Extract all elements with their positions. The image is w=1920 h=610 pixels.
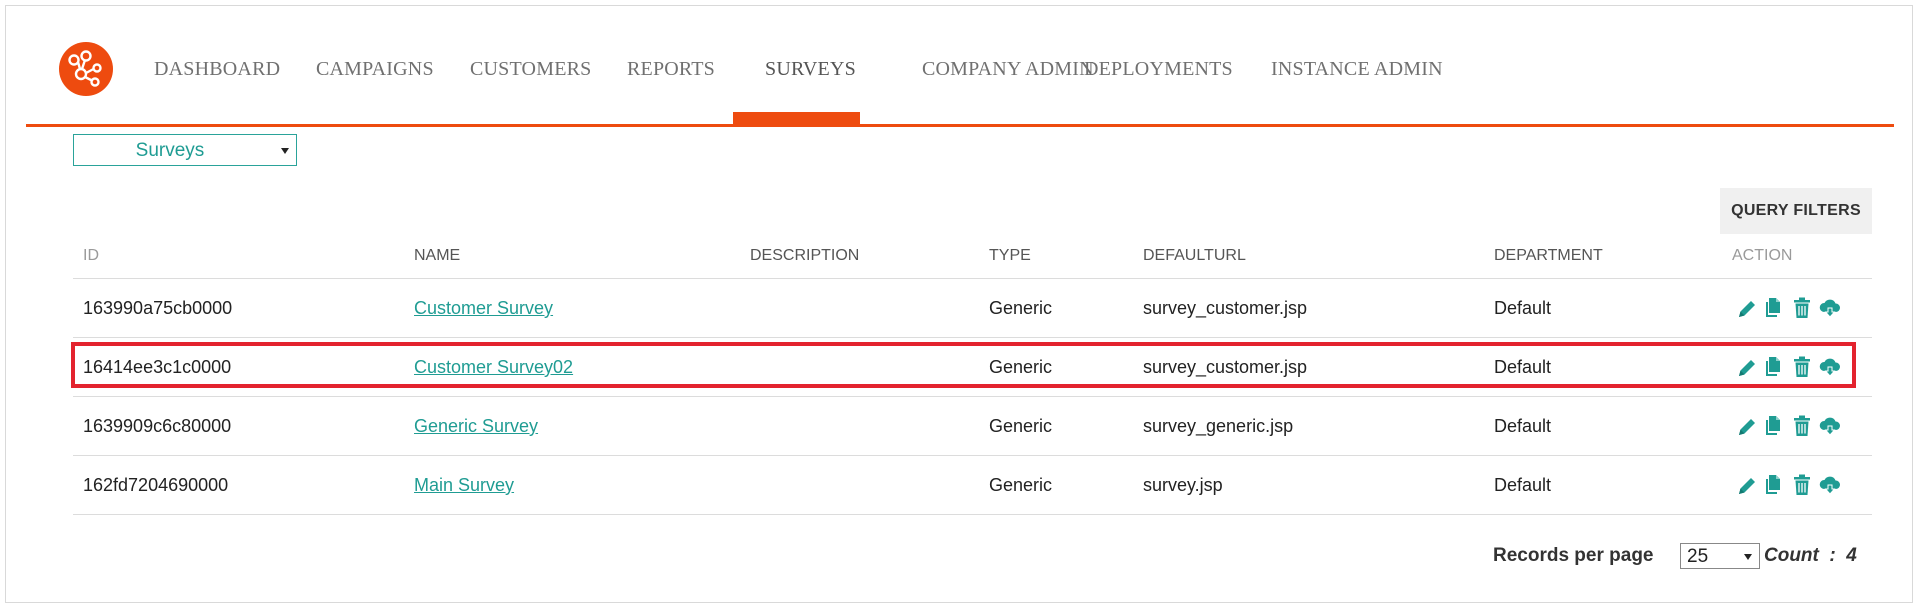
trash-icon[interactable] xyxy=(1791,473,1813,497)
cloud-download-icon[interactable] xyxy=(1819,414,1841,438)
cloud-download-icon[interactable] xyxy=(1819,296,1841,320)
cell-type: Generic xyxy=(989,298,1053,318)
table-row[interactable]: 1639909c6c80000 Generic Survey Generic surv… xyxy=(73,397,1872,456)
cell-id: 162fd7204690000 xyxy=(83,475,229,495)
chevron-down-icon xyxy=(281,148,289,154)
edit-icon[interactable] xyxy=(1736,473,1758,497)
table-header: ID NAME DESCRIPTION TYPE DEFAULTURL DEPA… xyxy=(73,236,1872,279)
cell-type: Generic xyxy=(989,357,1053,377)
cell-id: 1639909c6c80000 xyxy=(83,416,232,436)
copy-icon[interactable] xyxy=(1763,296,1785,320)
record-count: Count : 4 xyxy=(1764,545,1857,566)
nav-item-reports[interactable]: REPORTS xyxy=(627,58,715,81)
cell-defaulturl: survey.jsp xyxy=(1143,475,1223,495)
trash-icon[interactable] xyxy=(1791,414,1813,438)
survey-name-link[interactable]: Main Survey xyxy=(414,475,514,496)
surveys-table: ID NAME DESCRIPTION TYPE DEFAULTURL DEPA… xyxy=(73,236,1872,515)
table-body: 163990a75cb0000 Customer Survey Generic sur… xyxy=(73,279,1872,515)
nav-menu: DASHBOARD CAMPAIGNS CUSTOMERS REPORTS SURVEY… xyxy=(26,28,1894,124)
nav-item-company-admin[interactable]: COMPANY ADMIN xyxy=(922,58,1094,81)
table-row[interactable]: 16414ee3c1c0000 Customer Survey02 Generic s… xyxy=(73,338,1872,397)
column-header-type[interactable]: TYPE xyxy=(989,247,1031,265)
nav-item-customers[interactable]: CUSTOMERS xyxy=(470,58,591,81)
records-per-page-label: Records per page xyxy=(1493,545,1654,566)
trash-icon[interactable] xyxy=(1791,355,1813,379)
column-header-action: ACTION xyxy=(1732,247,1793,264)
edit-icon[interactable] xyxy=(1736,355,1758,379)
cell-defaulturl: survey_customer.jsp xyxy=(1143,298,1308,318)
module-select[interactable]: Surveys xyxy=(73,134,297,166)
cell-department: Default xyxy=(1494,416,1552,436)
nav-item-surveys[interactable]: SURVEYS xyxy=(765,58,856,81)
cloud-download-icon[interactable] xyxy=(1819,473,1841,497)
cell-department: Default xyxy=(1494,475,1552,495)
copy-icon[interactable] xyxy=(1763,473,1785,497)
active-tab-indicator xyxy=(733,112,860,124)
column-header-description[interactable]: DESCRIPTION xyxy=(750,247,859,265)
chevron-down-icon xyxy=(1744,554,1752,560)
trash-icon[interactable] xyxy=(1791,296,1813,320)
nav-item-campaigns[interactable]: CAMPAIGNS xyxy=(316,58,434,81)
column-header-id[interactable]: ID xyxy=(83,247,99,265)
table-row[interactable]: 162fd7204690000 Main Survey Generic survey.… xyxy=(73,456,1872,515)
cell-defaulturl: survey_customer.jsp xyxy=(1143,357,1308,377)
survey-name-link[interactable]: Generic Survey xyxy=(414,416,538,437)
module-select-value: Surveys xyxy=(135,140,205,161)
nav-item-dashboard[interactable]: DASHBOARD xyxy=(154,58,280,81)
copy-icon[interactable] xyxy=(1763,355,1785,379)
records-per-page-select[interactable]: 25 xyxy=(1680,543,1760,569)
column-header-defaulturl[interactable]: DEFAULTURL xyxy=(1143,247,1246,265)
cell-type: Generic xyxy=(989,475,1053,495)
pagination-footer: Records per page 25 Count : 4 xyxy=(1493,541,1873,571)
edit-icon[interactable] xyxy=(1736,296,1758,320)
cell-id: 163990a75cb0000 xyxy=(83,298,233,318)
records-per-page-value: 25 xyxy=(1687,546,1709,567)
copy-icon[interactable] xyxy=(1763,414,1785,438)
top-navigation: DASHBOARD CAMPAIGNS CUSTOMERS REPORTS SURVEY… xyxy=(26,28,1894,127)
table-row[interactable]: 163990a75cb0000 Customer Survey Generic sur… xyxy=(73,279,1872,338)
query-filters-button[interactable]: QUERY FILTERS xyxy=(1720,188,1872,234)
cell-type: Generic xyxy=(989,416,1053,436)
edit-icon[interactable] xyxy=(1736,414,1758,438)
cell-department: Default xyxy=(1494,298,1552,318)
cell-id: 16414ee3c1c0000 xyxy=(83,357,232,377)
column-header-department[interactable]: DEPARTMENT xyxy=(1494,247,1603,265)
nav-item-instance-admin[interactable]: INSTANCE ADMIN xyxy=(1271,58,1443,81)
cell-defaulturl: survey_generic.jsp xyxy=(1143,416,1294,436)
cell-department: Default xyxy=(1494,357,1552,377)
nav-item-deployments[interactable]: DEPLOYMENTS xyxy=(1084,58,1233,81)
survey-name-link[interactable]: Customer Survey02 xyxy=(414,357,573,378)
column-header-name[interactable]: NAME xyxy=(414,247,460,265)
cloud-download-icon[interactable] xyxy=(1819,355,1841,379)
survey-name-link[interactable]: Customer Survey xyxy=(414,298,553,319)
